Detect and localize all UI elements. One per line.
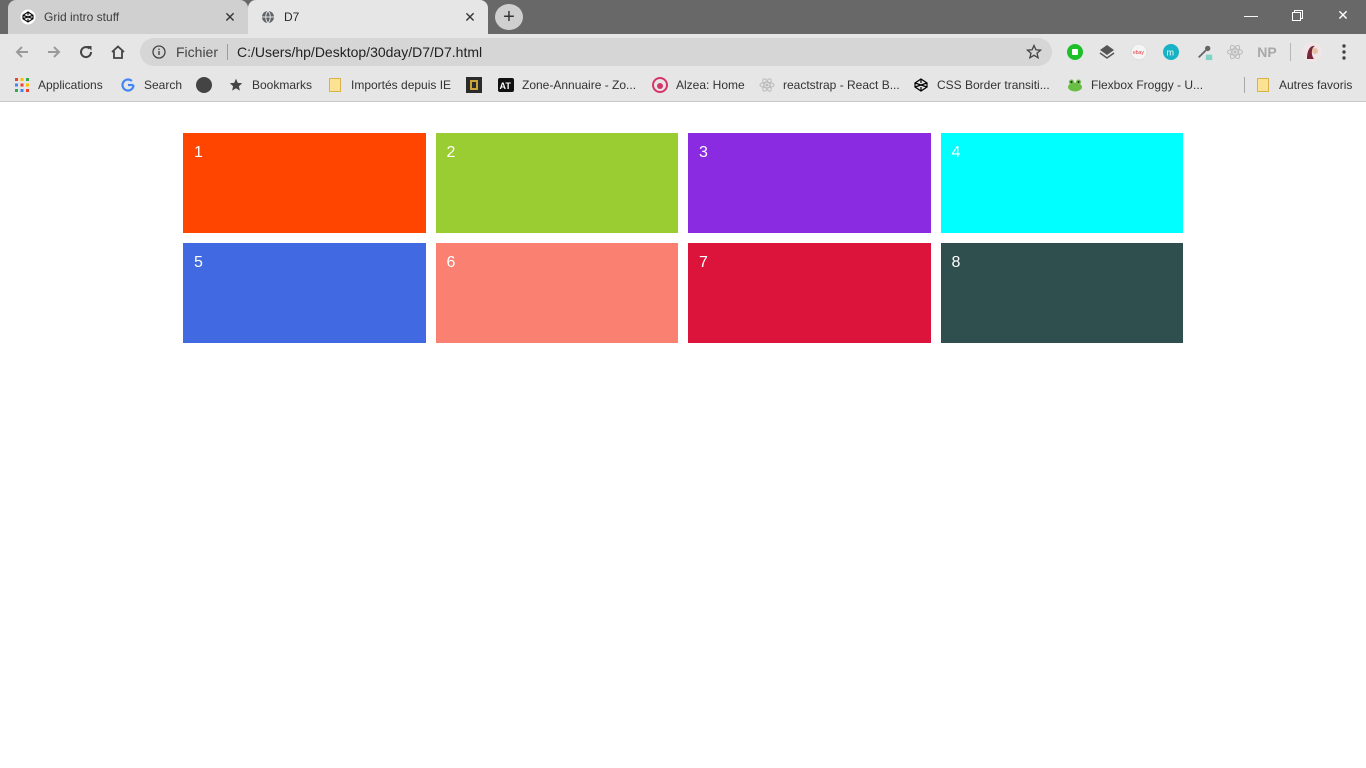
bookmark-zone-annuaire[interactable]: AT Zone-Annuaire - Zo... [498,70,636,100]
star-icon [228,77,244,93]
folder-icon [327,77,343,93]
star-icon[interactable] [1024,42,1044,62]
toolbar-divider [1290,43,1291,61]
bookmarks-bar: Applications Search Bookmarks Importés d… [0,70,1366,102]
address-bar[interactable]: Fichier C:/Users/hp/Desktop/30day/D7/D7.… [140,38,1052,66]
color-grid: 1 2 3 4 5 6 7 8 [183,133,1183,343]
bookmark-label: Alzea: Home [676,78,745,92]
bookmark-label: reactstrap - React B... [783,78,900,92]
grid-cell-label: 1 [194,144,203,161]
menu-kebab-icon[interactable] [1336,43,1352,61]
svg-text:m: m [1167,48,1175,58]
grid-cell-6: 6 [435,243,678,343]
minimize-icon[interactable]: — [1228,0,1274,30]
green-extension-icon[interactable] [1066,43,1084,61]
folder-icon [1255,77,1271,93]
layers-icon[interactable] [1098,43,1116,61]
bookmark-label: Flexbox Froggy - U... [1091,78,1204,92]
bookmarks-divider [1244,77,1245,93]
bookmark-search[interactable]: Search [120,70,182,100]
m-icon[interactable]: m [1162,43,1180,61]
svg-text:ebay: ebay [1133,50,1144,56]
grid-cell-2: 2 [435,133,678,233]
grid-cell-1: 1 [183,133,426,233]
grid-cell-label: 4 [951,144,961,161]
grid-cell-8: 8 [940,243,1183,343]
square-icon [466,77,482,93]
frog-icon [1067,77,1083,93]
bookmark-label: Zone-Annuaire - Zo... [522,78,637,92]
new-tab-button[interactable]: + [495,4,523,30]
react-icon [759,77,775,93]
bookmark-other-favorites[interactable]: Autres favoris [1255,70,1352,100]
tab-title: Grid intro stuff [44,10,120,24]
grid-cell-label: 2 [446,144,456,161]
bookmark-flexbox-froggy[interactable]: Flexbox Froggy - U... [1067,70,1203,100]
apps-grid-icon [14,77,30,93]
globe-icon [260,9,276,25]
back-arrow-icon[interactable] [8,38,36,66]
bookmark-label: Importés depuis IE [351,78,452,92]
close-icon[interactable]: ✕ [460,7,480,27]
grid-cell-label: 6 [446,254,456,271]
react-icon[interactable] [1226,43,1244,61]
bookmark-reactstrap[interactable]: reactstrap - React B... [759,70,900,100]
tab-d7[interactable]: D7 ✕ [248,0,488,34]
close-icon[interactable]: ✕ [220,7,240,27]
google-icon [120,77,136,93]
codepen-icon [913,77,929,93]
dark-circle-icon [196,77,212,93]
avatar[interactable] [1301,41,1323,63]
grid-cell-4: 4 [940,133,1183,233]
omnibox-divider [227,44,229,60]
grid-cell-label: 5 [194,254,203,271]
np-extension-icon[interactable]: NP [1256,43,1278,61]
grid-cell-label: 8 [951,254,961,271]
tab-title: D7 [284,10,300,24]
bookmark-label: Applications [38,78,103,92]
tab-grid-intro[interactable]: Grid intro stuff ✕ [8,0,248,34]
home-icon[interactable] [104,38,132,66]
grid-cell-3: 3 [688,133,931,233]
bookmark-css-border[interactable]: CSS Border transiti... [913,70,1050,100]
reload-icon[interactable] [72,38,100,66]
ebay-icon[interactable]: ebay [1130,43,1148,61]
alzea-icon [652,77,668,93]
bookmark-label: Search [144,78,183,92]
page-viewport: 1 2 3 4 5 6 7 8 [0,103,1366,768]
grid-cell-label: 3 [699,144,708,161]
bookmark-alzea[interactable]: Alzea: Home [652,70,745,100]
bookmark-label: CSS Border transiti... [937,78,1050,92]
restore-icon[interactable] [1274,0,1320,30]
bookmark-unnamed[interactable] [196,70,220,100]
url-scheme: Fichier [176,44,219,60]
svg-text:AT: AT [500,81,512,91]
grid-cell-label: 7 [699,254,708,271]
bookmark-bookmarks[interactable]: Bookmarks [228,70,312,100]
codepen-icon [20,9,36,25]
url-text[interactable]: C:/Users/hp/Desktop/30day/D7/D7.html [237,44,1024,60]
at-icon: AT [498,77,514,93]
bookmark-folder-ie[interactable]: Importés depuis IE [327,70,451,100]
tab-strip: Grid intro stuff ✕ D7 ✕ + — ✕ [0,0,1366,34]
toolbar: Fichier C:/Users/hp/Desktop/30day/D7/D7.… [0,34,1366,70]
forward-arrow-icon[interactable] [40,38,68,66]
bookmark-label: Autres favoris [1279,78,1353,92]
grid-cell-7: 7 [688,243,931,343]
eyedropper-icon[interactable] [1196,43,1214,61]
bookmark-apps[interactable]: Applications [14,70,103,100]
bookmark-square[interactable] [466,70,490,100]
bookmark-label: Bookmarks [252,78,313,92]
info-icon[interactable] [150,43,168,61]
close-window-icon[interactable]: ✕ [1320,0,1366,30]
grid-cell-5: 5 [183,243,426,343]
